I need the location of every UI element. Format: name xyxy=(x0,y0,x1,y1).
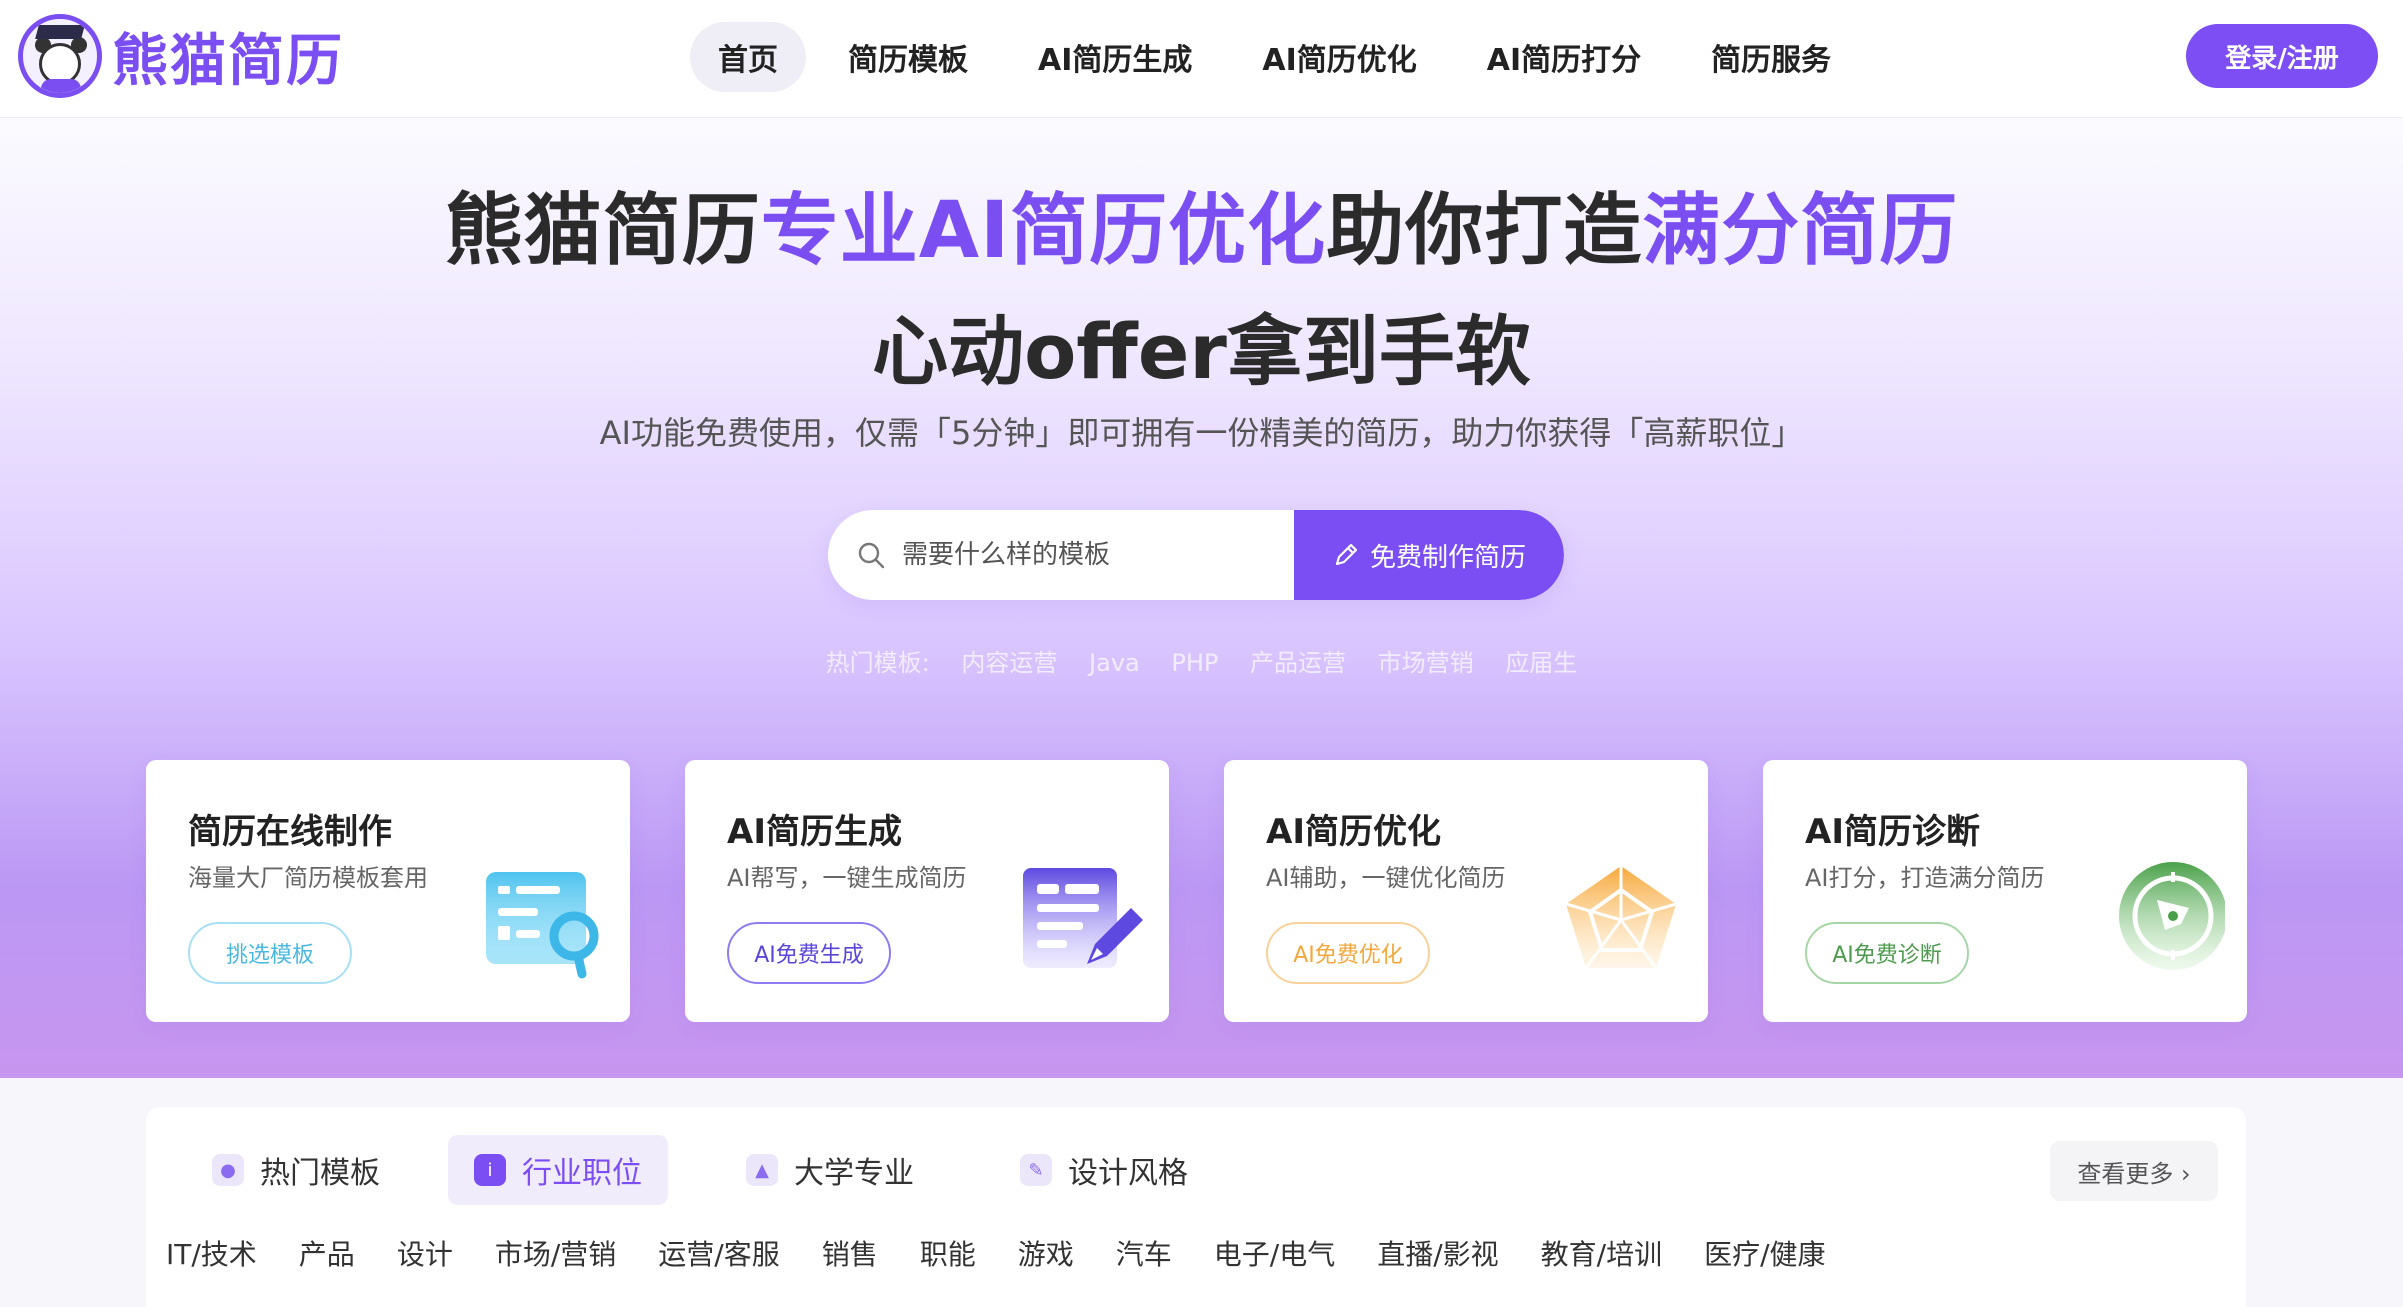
hero-title-accent2: 满分简历 xyxy=(1642,186,1959,276)
tab-design-style[interactable]: ✎ 设计风格 xyxy=(994,1135,1214,1205)
hero-subtitle: 心动offer拿到手软 xyxy=(872,307,1531,396)
hot-tag[interactable]: 应届生 xyxy=(1505,649,1577,677)
category-item[interactable]: 设计 xyxy=(397,1233,453,1273)
category-list: IT/技术 产品 设计 市场/营销 运营/客服 销售 职能 游戏 汽车 电子/电… xyxy=(166,1233,1868,1273)
tab-label: 热门模板 xyxy=(260,1156,380,1191)
tab-hot-templates[interactable]: ● 热门模板 xyxy=(186,1135,406,1205)
template-category-panel: ● 热门模板 i 行业职位 ▲ 大学专业 ✎ 设计风格 查看更多 › IT/技术… xyxy=(146,1107,2246,1307)
main-nav: 首页 简历模板 AI简历生成 AI简历优化 AI简历打分 简历服务 xyxy=(690,22,1873,92)
top-header: 熊猫简历 首页 简历模板 AI简历生成 AI简历优化 AI简历打分 简历服务 登… xyxy=(0,0,2403,118)
category-item[interactable]: 产品 xyxy=(299,1233,355,1273)
pick-template-button[interactable]: 挑选模板 xyxy=(188,922,352,984)
free-make-resume-button[interactable]: 免费制作简历 xyxy=(1294,510,1564,600)
category-item[interactable]: 市场/营销 xyxy=(495,1233,616,1273)
category-item[interactable]: 运营/客服 xyxy=(658,1233,779,1273)
brush-icon: ✎ xyxy=(1020,1154,1052,1186)
pencil-icon xyxy=(1335,543,1358,566)
category-item[interactable]: 医疗/健康 xyxy=(1704,1233,1825,1273)
category-item[interactable]: 汽车 xyxy=(1116,1233,1172,1273)
card-title: 简历在线制作 xyxy=(188,812,392,852)
hot-templates-row: 热门模板: 内容运营 Java PHP 产品运营 市场营销 应届生 xyxy=(0,643,2403,678)
feature-card-ai-optimize[interactable]: AI简历优化 AI辅助，一键优化简历 AI免费优化 xyxy=(1224,760,1708,1022)
category-item[interactable]: 直播/影视 xyxy=(1377,1233,1498,1273)
nav-services[interactable]: 简历服务 xyxy=(1683,22,1859,92)
fire-icon: ● xyxy=(212,1154,244,1186)
compass-icon xyxy=(2119,862,2225,970)
category-item[interactable]: 职能 xyxy=(920,1233,976,1273)
ai-free-optimize-button[interactable]: AI免费优化 xyxy=(1266,922,1430,984)
card-description: AI打分，打造满分简历 xyxy=(1805,864,2045,892)
resume-search-icon xyxy=(486,872,599,979)
category-item[interactable]: 销售 xyxy=(822,1233,878,1273)
feature-card-ai-generate[interactable]: AI简历生成 AI帮写，一键生成简历 AI免费生成 xyxy=(685,760,1169,1022)
card-description: AI辅助，一键优化简历 xyxy=(1266,864,1506,892)
card-title: AI简历诊断 xyxy=(1805,812,1980,852)
search-icon xyxy=(858,542,885,569)
hot-tag[interactable]: Java xyxy=(1089,649,1140,677)
graduation-icon: ▲ xyxy=(746,1154,778,1186)
card-description: AI帮写，一键生成简历 xyxy=(727,864,967,892)
logo-text: 熊猫简历 xyxy=(112,28,344,94)
hot-tag[interactable]: 市场营销 xyxy=(1378,649,1474,677)
category-item[interactable]: 电子/电气 xyxy=(1214,1233,1335,1273)
hero-title-accent1: 专业AI简历优化 xyxy=(760,186,1327,276)
category-item[interactable]: 游戏 xyxy=(1018,1233,1074,1273)
make-button-label: 免费制作简历 xyxy=(1369,542,1526,573)
ai-free-generate-button[interactable]: AI免费生成 xyxy=(727,922,891,984)
hero-title-part1: 熊猫简历 xyxy=(444,186,761,276)
template-search-input[interactable] xyxy=(900,530,1280,580)
hot-tag[interactable]: PHP xyxy=(1171,649,1218,677)
category-item[interactable]: IT/技术 xyxy=(166,1233,257,1273)
feature-card-online-resume[interactable]: 简历在线制作 海量大厂简历模板套用 挑选模板 xyxy=(146,760,630,1022)
pentagon-radar-icon xyxy=(1565,866,1677,969)
info-icon: i xyxy=(474,1154,506,1186)
tab-label: 设计风格 xyxy=(1068,1156,1188,1191)
tab-university-major[interactable]: ▲ 大学专业 xyxy=(720,1135,940,1205)
template-search-box: 免费制作简历 xyxy=(828,510,1564,600)
category-item[interactable]: 教育/培训 xyxy=(1541,1233,1662,1273)
nav-home[interactable]: 首页 xyxy=(690,22,806,92)
hot-tag[interactable]: 内容运营 xyxy=(961,649,1057,677)
hero-title: 熊猫简历专业AI简历优化助你打造满分简历 xyxy=(0,168,2403,280)
hot-tag[interactable]: 产品运营 xyxy=(1250,649,1346,677)
hero-title-part2: 助你打造 xyxy=(1326,186,1643,276)
document-pen-icon xyxy=(1023,868,1143,968)
tab-label: 行业职位 xyxy=(522,1156,642,1191)
feature-card-ai-diagnose[interactable]: AI简历诊断 AI打分，打造满分简历 AI免费诊断 xyxy=(1763,760,2247,1022)
card-title: AI简历优化 xyxy=(1266,812,1441,852)
nav-ai-optimize[interactable]: AI简历优化 xyxy=(1234,22,1444,92)
login-register-button[interactable]: 登录/注册 xyxy=(2186,24,2378,88)
panda-logo-icon xyxy=(18,14,102,98)
nav-ai-generate[interactable]: AI简历生成 xyxy=(1010,22,1220,92)
hero-description: AI功能免费使用，仅需「5分钟」即可拥有一份精美的简历，助力你获得「高薪职位」 xyxy=(599,414,1804,452)
card-title: AI简历生成 xyxy=(727,812,902,852)
site-logo[interactable]: 熊猫简历 xyxy=(18,14,344,98)
view-more-button[interactable]: 查看更多 › xyxy=(2050,1141,2218,1201)
hot-label: 热门模板: xyxy=(825,649,930,677)
tab-label: 大学专业 xyxy=(794,1156,914,1191)
nav-ai-score[interactable]: AI简历打分 xyxy=(1459,22,1669,92)
tab-industry-position[interactable]: i 行业职位 xyxy=(448,1135,668,1205)
card-description: 海量大厂简历模板套用 xyxy=(188,864,428,892)
nav-templates[interactable]: 简历模板 xyxy=(820,22,996,92)
ai-free-diagnose-button[interactable]: AI免费诊断 xyxy=(1805,922,1969,984)
hero-section: 熊猫简历专业AI简历优化助你打造满分简历 心动offer拿到手软 AI功能免费使… xyxy=(0,118,2403,1078)
